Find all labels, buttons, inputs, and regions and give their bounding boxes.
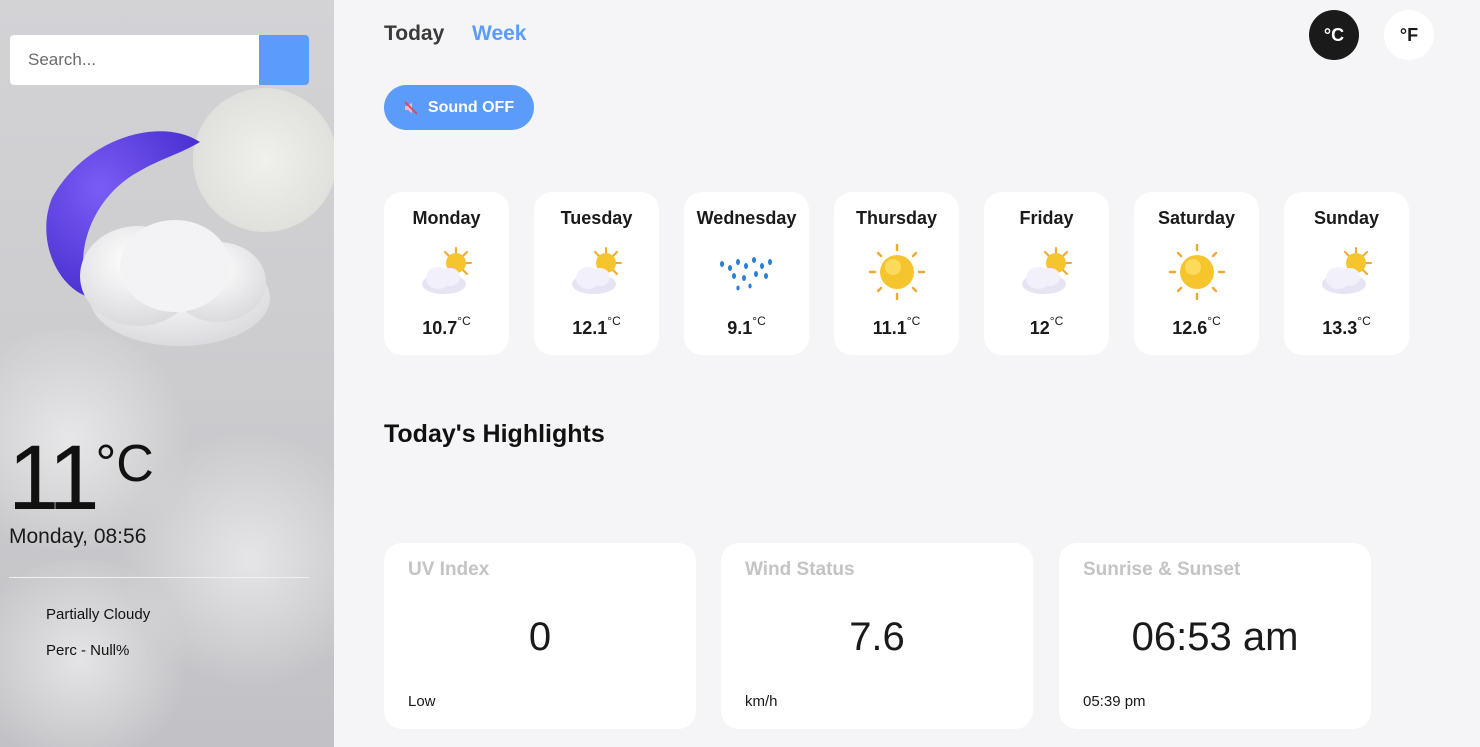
- partly-cloudy-icon: [572, 247, 622, 294]
- highlight-label: Wind Status: [745, 559, 855, 580]
- highlight-label: Sunrise & Sunset: [1083, 559, 1241, 580]
- main-panel: Today Week °C °F Sound OFF Monday 10.7°C…: [334, 0, 1480, 747]
- forecast-temp-unit: °C: [752, 314, 766, 328]
- highlight-sub: 05:39 pm: [1083, 693, 1146, 710]
- forecast-card[interactable]: Sunday 13.3°C: [1284, 192, 1409, 355]
- forecast-temp-unit: °C: [607, 314, 621, 328]
- celsius-button[interactable]: °C: [1309, 10, 1359, 60]
- sidebar: 11°C Monday, 08:56 Partially Cloudy Perc…: [0, 0, 334, 747]
- condition-text: Partially Cloudy: [46, 606, 151, 623]
- forecast-day: Sunday: [1313, 208, 1379, 228]
- forecast-temp-value: 12: [1029, 318, 1050, 338]
- forecast-day: Friday: [1019, 208, 1074, 228]
- partly-cloudy-icon: [422, 247, 472, 294]
- forecast-card[interactable]: Friday 12°C: [984, 192, 1109, 355]
- forecast-temp-value: 9.1: [727, 318, 753, 338]
- forecast-temp-value: 11.1: [872, 318, 907, 338]
- partly-cloudy-icon: [1022, 247, 1072, 294]
- sound-toggle-button[interactable]: Sound OFF: [384, 85, 534, 130]
- forecast-temp: 12.6°C: [1134, 314, 1259, 339]
- divider: [9, 577, 309, 578]
- forecast-temp-value: 13.3: [1322, 318, 1358, 338]
- forecast-temp: 11.1°C: [834, 314, 959, 339]
- forecast-day: Saturday: [1157, 208, 1236, 228]
- forecast-temp-unit: °C: [1357, 314, 1371, 328]
- sun-icon: [868, 244, 926, 300]
- highlight-value: 06:53 am: [1131, 615, 1299, 659]
- forecast-temp-unit: °C: [1207, 314, 1221, 328]
- highlight-label: UV Index: [408, 559, 490, 580]
- forecast-temp-value: 12.1: [572, 318, 608, 338]
- partly-cloudy-icon: [1322, 247, 1372, 294]
- temperature-unit: °C: [95, 435, 154, 493]
- forecast-temp: 13.3°C: [1284, 314, 1409, 339]
- sound-button-label: Sound OFF: [427, 98, 515, 116]
- tab-week[interactable]: Week: [472, 22, 526, 46]
- precipitation-text: Perc - Null%: [46, 642, 130, 659]
- fahrenheit-button[interactable]: °F: [1384, 10, 1434, 60]
- sunrise-sunset-card: Sunrise & Sunset 06:53 am 05:39 pm: [1059, 543, 1371, 729]
- weather-app: 11°C Monday, 08:56 Partially Cloudy Perc…: [0, 0, 1480, 747]
- sun-icon: [1168, 244, 1226, 300]
- highlight-sub: km/h: [745, 693, 778, 710]
- search-bar: [10, 35, 309, 85]
- moon-cloud-icon: [46, 88, 334, 346]
- highlight-value: 7.6: [849, 615, 905, 659]
- wind-status-card: Wind Status 7.6 km/h: [721, 543, 1033, 729]
- forecast-day: Wednesday: [696, 208, 797, 228]
- forecast-temp-value: 12.6: [1172, 318, 1208, 338]
- forecast-card[interactable]: Monday 10.7°C: [384, 192, 509, 355]
- highlights-title: Today's Highlights: [384, 420, 605, 448]
- forecast-temp-unit: °C: [457, 314, 471, 328]
- forecast-day: Monday: [412, 208, 481, 228]
- forecast-temp-unit: °C: [906, 314, 921, 328]
- search-input[interactable]: [10, 35, 259, 85]
- forecast-card[interactable]: Wednesday 9.1°C: [684, 192, 809, 355]
- forecast-day: Tuesday: [560, 208, 633, 228]
- forecast-temp-unit: °C: [1049, 314, 1064, 328]
- temperature-value: 11: [8, 427, 99, 529]
- forecast-temp: 12°C: [984, 314, 1109, 339]
- forecast-temp: 10.7°C: [384, 314, 509, 339]
- current-day-time: Monday, 08:56: [9, 525, 147, 548]
- rain-icon: [720, 257, 772, 291]
- forecast-card[interactable]: Thursday 11.1°C: [834, 192, 959, 355]
- uv-index-card: UV Index 0 Low: [384, 543, 696, 729]
- forecast-temp: 12.1°C: [534, 314, 659, 339]
- forecast-temp: 9.1°C: [684, 314, 809, 339]
- highlight-sub: Low: [408, 693, 436, 710]
- current-temperature: 11°C: [8, 432, 154, 524]
- tab-today[interactable]: Today: [384, 22, 444, 46]
- highlight-value: 0: [528, 615, 552, 659]
- forecast-card[interactable]: Tuesday 12.1°C: [534, 192, 659, 355]
- forecast-card[interactable]: Saturday 12.6°C: [1134, 192, 1259, 355]
- muted-speaker-icon: [404, 100, 418, 115]
- forecast-temp-value: 10.7: [422, 318, 458, 338]
- forecast-day: Thursday: [855, 208, 938, 228]
- search-button[interactable]: [259, 35, 309, 85]
